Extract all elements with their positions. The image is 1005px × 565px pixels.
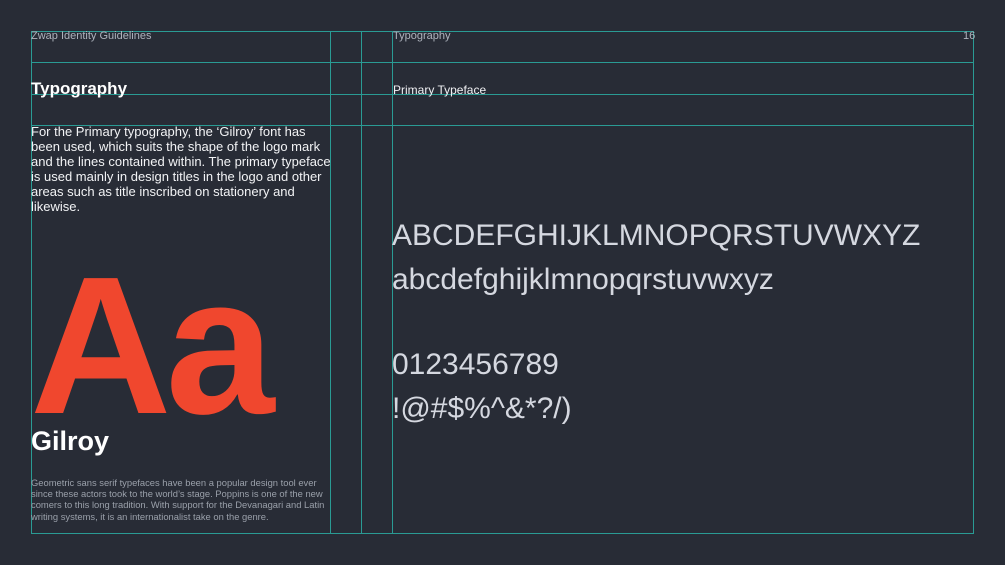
font-specimen-aa: Aa xyxy=(30,236,275,455)
typeface-title: Primary Typeface xyxy=(393,83,487,97)
document-title: Zwap Identity Guidelines xyxy=(31,30,152,42)
font-description: Geometric sans serif typefaces have been… xyxy=(31,477,325,522)
grid-line-top xyxy=(31,31,974,32)
grid-line-right xyxy=(973,31,974,534)
grid-line-column-1 xyxy=(330,31,331,534)
grid-line-bottom xyxy=(31,533,974,534)
symbol-glyphs: !@#$%^&*?/) xyxy=(392,392,572,425)
page-number: 16 xyxy=(963,30,976,42)
font-name: Gilroy xyxy=(31,426,110,456)
grid-line-column-2 xyxy=(361,31,362,534)
numeral-glyphs: 0123456789 xyxy=(392,348,559,381)
section-label: Typography xyxy=(393,30,451,42)
uppercase-glyphs: ABCDEFGHIJKLMNOPQRSTUVWXYZ xyxy=(392,219,921,252)
grid-line-header xyxy=(31,62,974,63)
lowercase-glyphs: abcdefghijklmnopqrstuvwxyz xyxy=(392,263,774,296)
intro-paragraph: For the Primary typography, the ‘Gilroy’… xyxy=(31,124,331,214)
grid-line-title-top xyxy=(31,94,974,95)
page-title: Typography xyxy=(31,79,128,98)
